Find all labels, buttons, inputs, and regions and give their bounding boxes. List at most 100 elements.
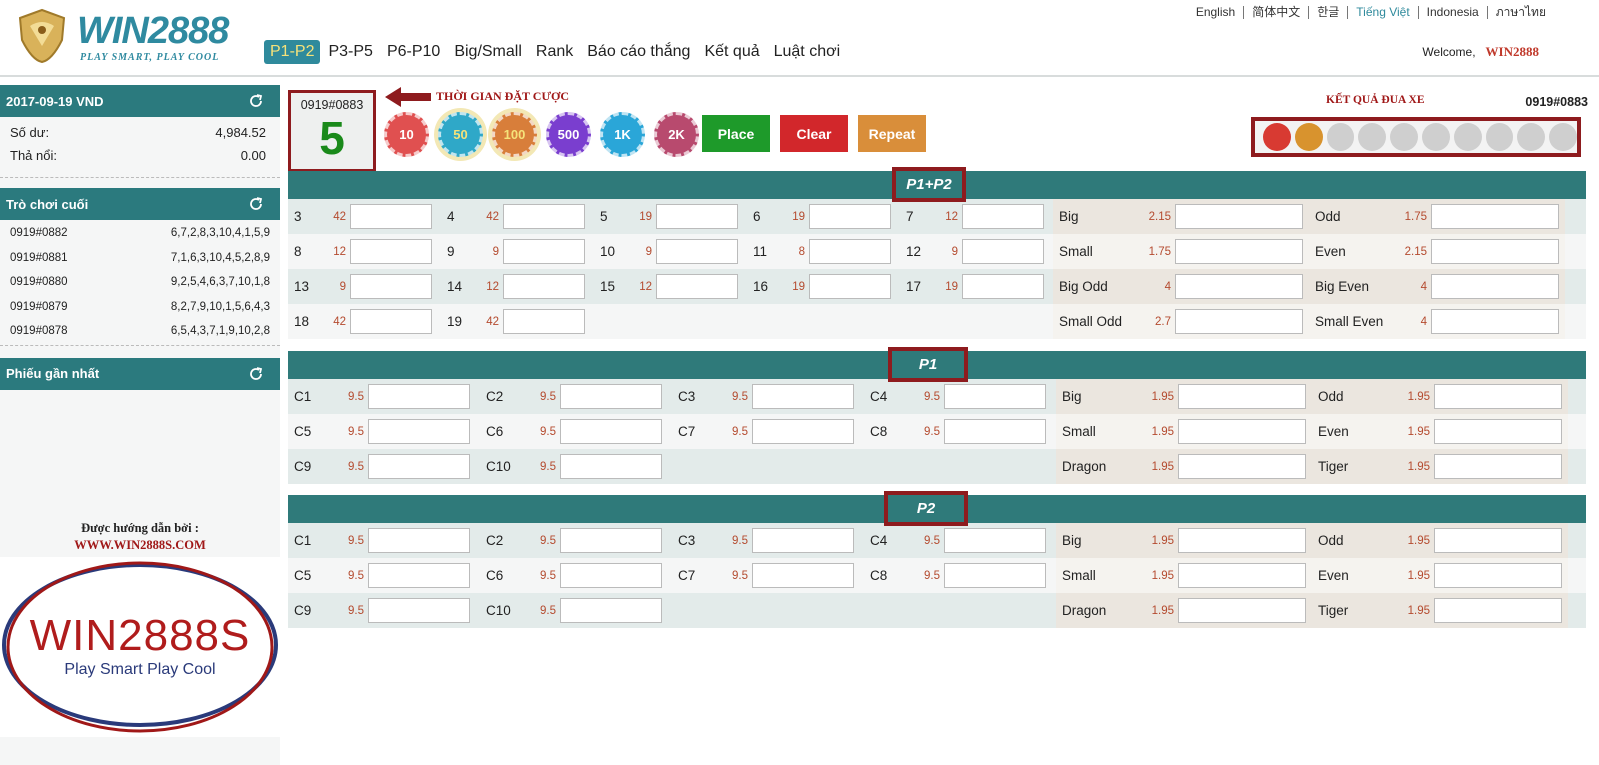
bet-amount-input[interactable] <box>1178 528 1306 553</box>
bet-amount-input[interactable] <box>1175 274 1303 299</box>
bet-amount-input[interactable] <box>350 239 432 264</box>
chip-100[interactable]: 100 <box>492 112 537 157</box>
section-title: P1+P2 <box>892 167 966 202</box>
chip-2k[interactable]: 2K <box>654 112 699 157</box>
bet-amount-input[interactable] <box>1431 239 1559 264</box>
lang-vietnamese[interactable]: Tiếng Việt <box>1348 6 1419 19</box>
bet-amount-input[interactable] <box>656 204 738 229</box>
lang-english[interactable]: English <box>1188 6 1245 19</box>
bet-cell: C10 9.5 <box>480 449 672 484</box>
nav-rank[interactable]: Rank <box>530 40 579 64</box>
bet-amount-input[interactable] <box>1175 309 1303 334</box>
bet-amount-input[interactable] <box>809 239 891 264</box>
bet-amount-input[interactable] <box>350 274 432 299</box>
bet-amount-input[interactable] <box>1434 563 1562 588</box>
bet-amount-input[interactable] <box>1175 204 1303 229</box>
nav-p3-p5[interactable]: P3-P5 <box>322 40 378 64</box>
bet-amount-input[interactable] <box>809 204 891 229</box>
bet-amount-input[interactable] <box>560 419 662 444</box>
repeat-button[interactable]: Repeat <box>858 115 926 152</box>
bet-amount-input[interactable] <box>809 274 891 299</box>
bet-grid: C1 9.5 C2 9.5 C3 9.5 C4 9.5 Big 1.95 Odd 1.95 C5 9.5 C… <box>288 379 1586 484</box>
bet-amount-input[interactable] <box>1431 274 1559 299</box>
bet-amount-input[interactable] <box>350 309 432 334</box>
bet-amount-input[interactable] <box>503 274 585 299</box>
bet-amount-input[interactable] <box>368 454 470 479</box>
bet-amount-input[interactable] <box>944 419 1046 444</box>
bet-amount-input[interactable] <box>368 563 470 588</box>
bet-amount-input[interactable] <box>503 204 585 229</box>
bet-amount-input[interactable] <box>503 309 585 334</box>
bet-amount-input[interactable] <box>962 239 1044 264</box>
refresh-icon[interactable] <box>248 93 264 109</box>
lang-korean[interactable]: 한글 <box>1309 6 1349 19</box>
bet-amount-input[interactable] <box>1178 563 1306 588</box>
lang-indonesia[interactable]: Indonesia <box>1419 6 1488 19</box>
bet-amount-input[interactable] <box>656 239 738 264</box>
bet-amount-input[interactable] <box>1431 204 1559 229</box>
bet-label: C4 <box>870 533 888 548</box>
lang-thai[interactable]: ภาษาไทย <box>1488 6 1554 19</box>
bet-amount-input[interactable] <box>1178 454 1306 479</box>
bet-amount-input[interactable] <box>368 384 470 409</box>
bet-amount-input[interactable] <box>1434 454 1562 479</box>
bet-amount-input[interactable] <box>962 274 1044 299</box>
bet-amount-input[interactable] <box>1178 384 1306 409</box>
bet-amount-input[interactable] <box>1434 384 1562 409</box>
chip-500[interactable]: 500 <box>546 112 591 157</box>
bet-amount-input[interactable] <box>752 563 854 588</box>
username[interactable]: WIN2888 <box>1485 44 1569 60</box>
bet-amount-input[interactable] <box>1175 239 1303 264</box>
place-button[interactable]: Place <box>702 115 770 152</box>
game-id: 0919#0882 <box>10 227 68 240</box>
guide-url[interactable]: WWW.WIN2888S.COM <box>0 538 280 553</box>
lang-chinese[interactable]: 简体中文 <box>1244 6 1310 19</box>
clear-button[interactable]: Clear <box>780 115 848 152</box>
bet-cell: Even 1.95 <box>1312 414 1568 449</box>
nav-results[interactable]: Kết quả <box>698 40 765 64</box>
bet-amount-input[interactable] <box>1434 528 1562 553</box>
bet-amount-input[interactable] <box>368 528 470 553</box>
bet-label: Even <box>1318 424 1349 439</box>
chip-1k[interactable]: 1K <box>600 112 645 157</box>
bet-amount-input[interactable] <box>1431 309 1559 334</box>
nav-big-small[interactable]: Big/Small <box>448 40 528 64</box>
bet-amount-input[interactable] <box>1178 598 1306 623</box>
bet-amount-input[interactable] <box>944 528 1046 553</box>
bet-amount-input[interactable] <box>1178 419 1306 444</box>
bet-amount-input[interactable] <box>752 384 854 409</box>
bet-amount-input[interactable] <box>656 274 738 299</box>
bet-amount-input[interactable] <box>1434 419 1562 444</box>
bet-amount-input[interactable] <box>350 204 432 229</box>
nav-p6-p10[interactable]: P6-P10 <box>381 40 446 64</box>
bet-odds: 9.5 <box>348 604 364 617</box>
bet-amount-input[interactable] <box>368 419 470 444</box>
bet-amount-input[interactable] <box>560 598 662 623</box>
nav-p1-p2[interactable]: P1-P2 <box>264 40 321 64</box>
refresh-icon[interactable] <box>248 196 264 212</box>
bet-amount-input[interactable] <box>962 204 1044 229</box>
bet-amount-input[interactable] <box>752 528 854 553</box>
chip-10[interactable]: 10 <box>384 112 429 157</box>
bet-amount-input[interactable] <box>560 563 662 588</box>
countdown-box: 0919#0883 5 <box>288 90 376 172</box>
refresh-icon[interactable] <box>248 366 264 382</box>
sponsor-logo[interactable]: WIN2888S Play Smart Play Cool <box>0 557 280 737</box>
divider <box>0 344 280 346</box>
logo[interactable]: WIN2888 PLAY SMART, PLAY COOL <box>12 6 252 66</box>
bet-amount-input[interactable] <box>944 563 1046 588</box>
bet-amount-input[interactable] <box>1434 598 1562 623</box>
bet-amount-input[interactable] <box>944 384 1046 409</box>
nav-rules[interactable]: Luật chơi <box>768 40 847 64</box>
guide-text: Được hướng dẫn bởi : <box>81 521 199 535</box>
bet-amount-input[interactable] <box>752 419 854 444</box>
bet-amount-input[interactable] <box>368 598 470 623</box>
bet-amount-input[interactable] <box>503 239 585 264</box>
chip-50[interactable]: 50 <box>438 112 483 157</box>
bet-row: C5 9.5 C6 9.5 C7 9.5 C8 9.5 Small 1.95 Even 1.95 <box>288 558 1586 593</box>
bet-amount-input[interactable] <box>560 528 662 553</box>
bet-amount-input[interactable] <box>560 454 662 479</box>
nav-win-report[interactable]: Báo cáo thắng <box>581 40 696 64</box>
bet-amount-input[interactable] <box>560 384 662 409</box>
bet-odds: 1.95 <box>1151 425 1174 438</box>
